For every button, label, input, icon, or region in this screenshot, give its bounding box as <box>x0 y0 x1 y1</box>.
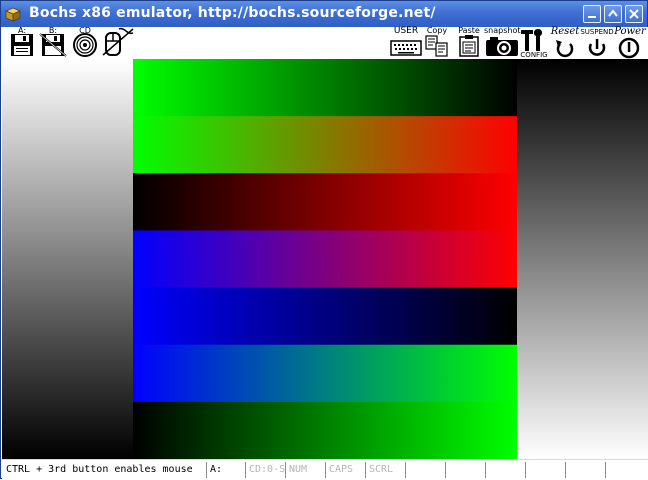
close-icon <box>629 9 639 19</box>
user-label: USER <box>393 26 419 36</box>
mouse-disabled-icon <box>102 27 134 56</box>
snapshot-button[interactable]: snapshot <box>484 26 521 59</box>
floppy-b-icon <box>39 33 67 57</box>
keyboard-icon <box>390 40 422 56</box>
maximize-button[interactable] <box>604 5 622 23</box>
status-floppy-a: A: <box>206 462 245 478</box>
status-cell-9 <box>525 462 565 478</box>
paste-icon <box>459 35 479 57</box>
snapshot-label: snapshot <box>484 26 521 35</box>
cdrom-icon <box>73 33 97 57</box>
left-grayscale-gradient <box>2 59 133 459</box>
suspend-icon <box>588 39 606 56</box>
bochs-app-icon[interactable] <box>5 6 21 22</box>
floppy-b-button[interactable]: B: <box>39 27 67 59</box>
color-bar-3 <box>133 173 517 231</box>
close-button[interactable] <box>625 5 643 23</box>
emulator-screen[interactable] <box>2 59 648 459</box>
copy-label: Copy <box>426 26 448 35</box>
status-cell-7 <box>445 462 485 478</box>
color-bar-6 <box>133 344 517 403</box>
reset-icon <box>556 40 574 58</box>
color-bar-7 <box>133 401 517 459</box>
copy-button[interactable]: Copy <box>424 27 450 59</box>
power-button[interactable]: Power <box>613 27 647 59</box>
window-title: Bochs x86 emulator, http://bochs.sourcef… <box>29 5 436 21</box>
title-bar[interactable]: Bochs x86 emulator, http://bochs.sourcef… <box>1 1 647 27</box>
suspend-button[interactable]: SUSPEND <box>580 27 614 59</box>
power-label: Power <box>614 26 646 37</box>
status-cell-8 <box>485 462 525 478</box>
color-bar-4 <box>133 230 517 289</box>
color-bar-2 <box>133 116 517 174</box>
camera-icon <box>486 37 518 56</box>
floppy-a-icon <box>11 34 33 56</box>
status-cell-6 <box>405 462 445 478</box>
suspend-label: SUSPEND <box>580 28 614 36</box>
cdrom-button[interactable]: CD <box>71 27 99 59</box>
status-cdrom: CD:0-S <box>245 462 285 478</box>
user-keyboard-button[interactable]: USER <box>390 27 422 59</box>
vga-display <box>2 59 648 459</box>
bochs-window: Bochs x86 emulator, http://bochs.sourcef… <box>0 0 648 480</box>
color-bar-1 <box>133 59 517 117</box>
status-cell-11 <box>605 462 648 478</box>
config-label: CONFIG <box>520 51 548 59</box>
status-bar: CTRL + 3rd button enables mouse A: CD:0-… <box>2 459 648 480</box>
reset-button[interactable]: Reset <box>550 27 580 59</box>
config-button[interactable]: CONFIG <box>519 27 549 59</box>
status-message: CTRL + 3rd button enables mouse <box>6 464 193 475</box>
reset-label: Reset <box>550 26 580 37</box>
color-bar-5 <box>133 287 517 346</box>
status-scroll-lock: SCRL <box>365 462 405 478</box>
toolbar: A: B: CD USER Copy Paste snapshot CONFIG… <box>2 27 648 59</box>
copy-icon <box>425 35 448 57</box>
minimize-icon <box>588 16 596 18</box>
power-icon <box>618 37 640 59</box>
minimize-button[interactable] <box>583 5 601 23</box>
status-cell-10 <box>565 462 605 478</box>
status-caps-lock: CAPS <box>325 462 365 478</box>
right-grayscale-gradient <box>517 59 648 459</box>
paste-button[interactable]: Paste <box>455 27 483 59</box>
mouse-button[interactable] <box>101 27 135 59</box>
config-icon <box>521 29 543 51</box>
chevron-up-icon <box>608 9 618 17</box>
floppy-a-button[interactable]: A: <box>9 27 35 59</box>
status-num-lock: NUM <box>285 462 325 478</box>
